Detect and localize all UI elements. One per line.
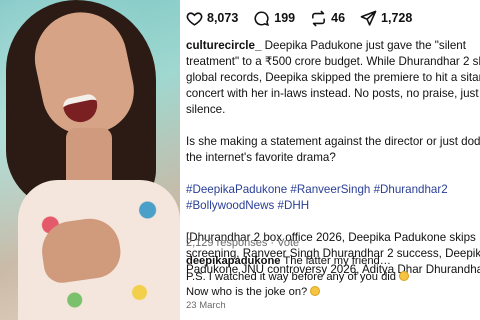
hashtag-links[interactable]: #DeepikaPadukone #RanveerSingh #Dhurandh… [186, 182, 480, 198]
post-panel: 8,073 199 46 1,728 culturecircle_ Deepik… [186, 0, 480, 320]
caption-line: the internet's favorite drama? [186, 151, 336, 164]
heart-icon [186, 11, 203, 26]
hashtag-links[interactable]: #BollywoodNews #DHH [186, 198, 480, 214]
comment-icon [254, 10, 270, 26]
comment-username[interactable]: deepikapadukone [186, 255, 281, 267]
responses-vote-link[interactable]: 2,129 responses · Vote [186, 237, 299, 249]
smirk-emoji-icon [399, 270, 409, 281]
share-button[interactable]: 1,728 [360, 10, 412, 27]
comment-line: The latter my friend… [280, 255, 391, 267]
caption-line: Is she making a statement against the di… [186, 135, 480, 148]
caption-line: global records, Deepika skipped the prem… [186, 71, 480, 84]
repost-icon [312, 10, 326, 26]
caption-line: Deepika Padukone just gave the "silent [261, 39, 466, 52]
comment-line: P.S. I watched it way before any of you … [186, 270, 396, 283]
caption-username[interactable]: culturecircle_ [186, 39, 261, 52]
caption-line: treatment" to a ₹500 crore budget. While… [186, 55, 480, 68]
caption-line: silence. [186, 103, 226, 116]
post-date: 23 March [186, 300, 226, 311]
repost-button[interactable]: 46 [310, 10, 345, 27]
reply-comment: deepikapadukone The latter my friend… P.… [186, 254, 480, 301]
comment-count: 199 [274, 11, 296, 25]
repost-count: 46 [331, 11, 346, 25]
post-photo[interactable] [0, 0, 180, 320]
action-bar: 8,073 199 46 1,728 [186, 8, 427, 28]
comment-button[interactable]: 199 [253, 10, 295, 27]
send-icon [360, 10, 377, 26]
comment-line: Now who is the joke on? [186, 286, 308, 298]
caption-line: concert with her in-laws instead. No pos… [186, 87, 479, 100]
share-count: 1,728 [381, 11, 413, 25]
smirk-emoji-icon [310, 286, 321, 296]
like-count: 8,073 [207, 11, 239, 25]
like-button[interactable]: 8,073 [186, 10, 238, 27]
